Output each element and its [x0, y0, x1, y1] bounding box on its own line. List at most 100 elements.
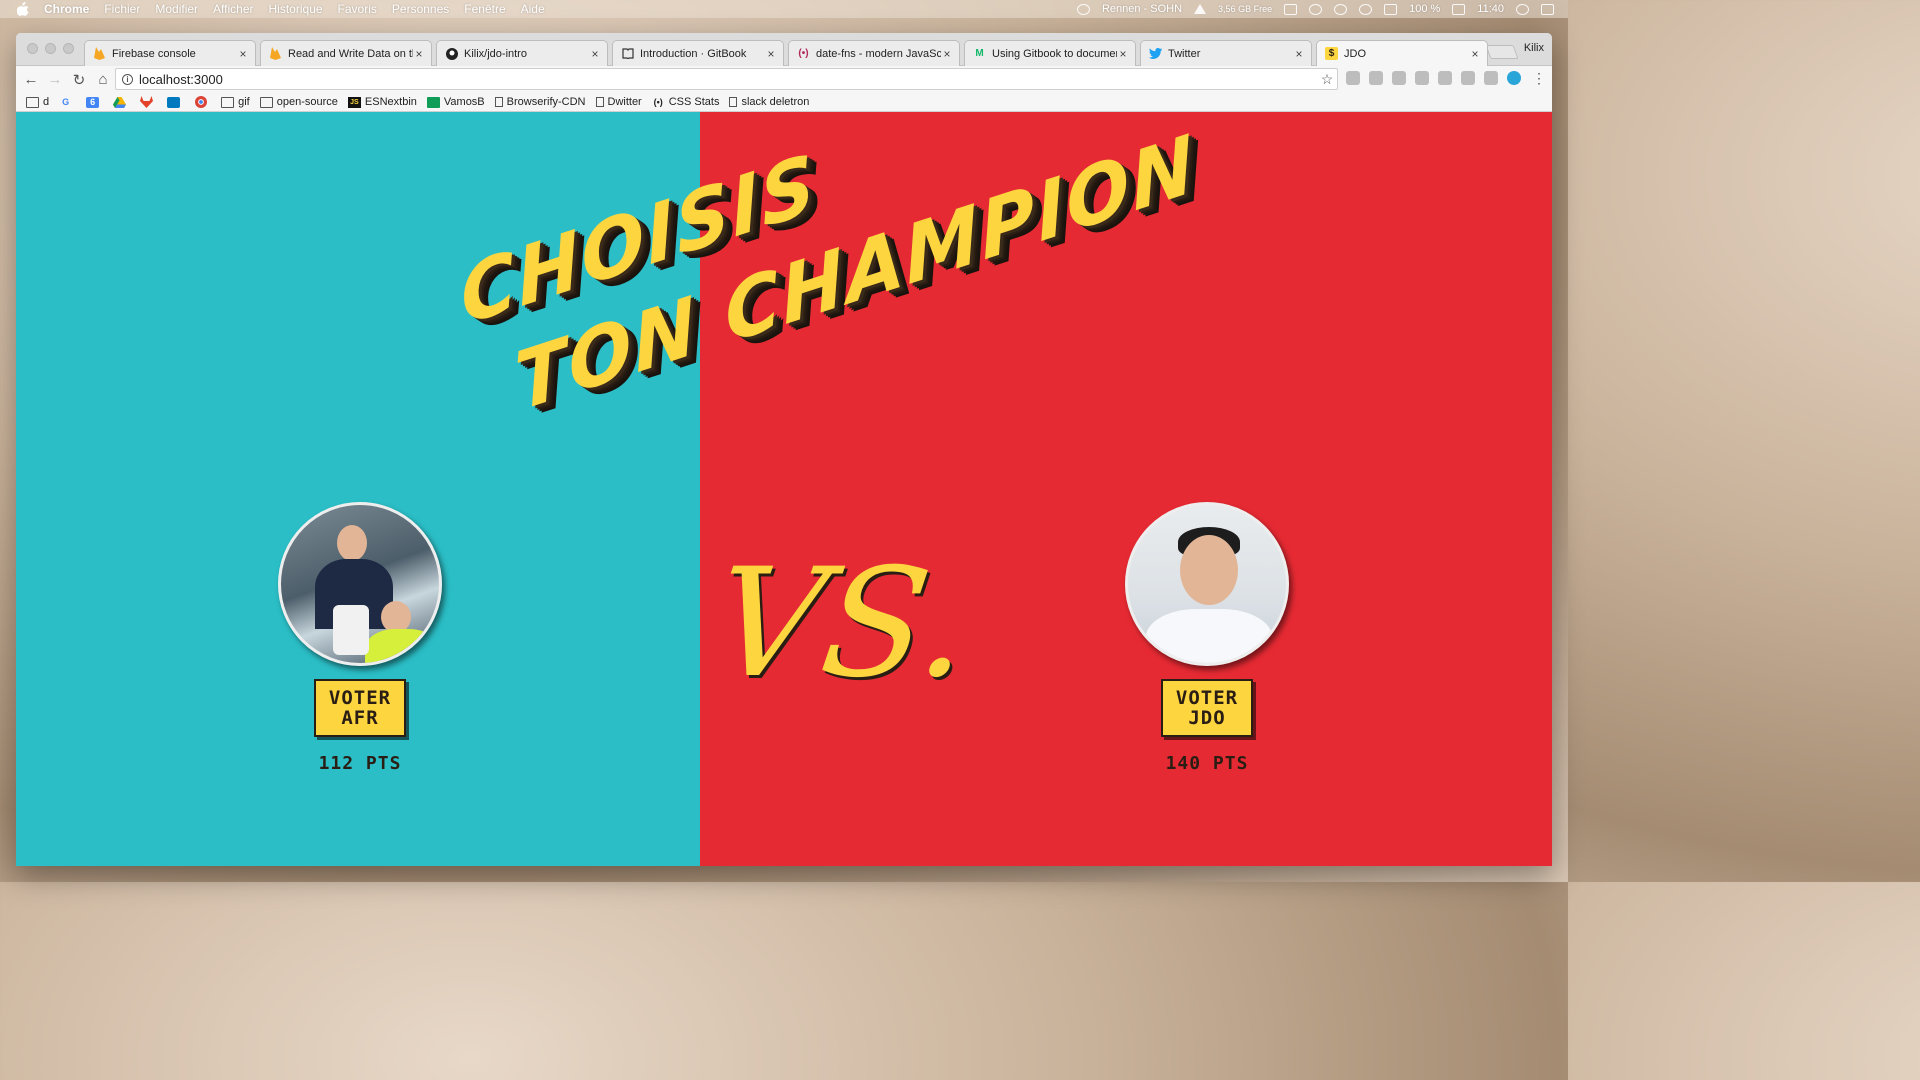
gitlab-icon	[140, 96, 154, 108]
menu-aide[interactable]: Aide	[521, 2, 545, 16]
menu-historique[interactable]: Historique	[269, 2, 323, 16]
profile-name[interactable]: Kilix	[1524, 42, 1544, 54]
tab-using-gitbook[interactable]: M Using Gitbook to document ×	[964, 40, 1136, 66]
tab-gitbook-intro[interactable]: Introduction · GitBook ×	[612, 40, 784, 66]
tab-twitter[interactable]: Twitter ×	[1140, 40, 1312, 66]
bookmark-google[interactable]: G	[59, 97, 76, 108]
forward-arrow-icon[interactable]: →	[44, 69, 66, 91]
vote-jdo-button[interactable]: Voter JDO	[1161, 679, 1253, 737]
menu-modifier[interactable]: Modifier	[155, 2, 198, 16]
notification-center-icon[interactable]	[1541, 3, 1554, 15]
reader-extension-icon[interactable]	[1461, 71, 1475, 85]
grid-extension-icon[interactable]	[1484, 71, 1498, 85]
reload-icon[interactable]: ↻	[68, 69, 90, 91]
versus-text: VS.	[703, 537, 982, 711]
airplay-icon[interactable]	[1384, 3, 1398, 15]
menu-afficher[interactable]: Afficher	[213, 2, 253, 16]
bookmark-dwitter[interactable]: Dwitter	[595, 96, 642, 108]
tab-title: Twitter	[1168, 47, 1201, 60]
bookmark-gif[interactable]: gif	[221, 96, 250, 108]
tab-title: Read and Write Data on the	[288, 47, 413, 60]
bookmark-esnextbin[interactable]: JS ESNextbin	[347, 96, 417, 108]
points-jdo: 140 PTS	[1165, 753, 1249, 774]
pocket-extension-icon[interactable]	[1415, 71, 1429, 85]
zoom-window-button[interactable]	[63, 43, 74, 54]
menu-app-name[interactable]: Chrome	[44, 2, 89, 16]
macos-menubar: Chrome Fichier Modifier Afficher Histori…	[0, 0, 1568, 18]
chrome-menu-icon[interactable]: ⋮	[1532, 70, 1546, 87]
vote-afr-button[interactable]: Voter AFR	[314, 679, 406, 737]
url-text[interactable]: localhost:3000	[139, 72, 1317, 87]
mail-extension-icon[interactable]	[1392, 71, 1406, 85]
tab-read-write-data[interactable]: Read and Write Data on the ×	[260, 40, 432, 66]
js-icon: JS	[347, 96, 361, 108]
menu-personnes[interactable]: Personnes	[392, 2, 449, 16]
block-status-icon[interactable]	[1334, 3, 1348, 15]
bookmark-trello[interactable]	[167, 96, 184, 108]
eyedropper-extension-icon[interactable]	[1369, 71, 1383, 85]
google-icon: G	[62, 97, 70, 107]
back-arrow-icon[interactable]: ←	[20, 69, 42, 91]
close-tab-icon[interactable]: ×	[1469, 47, 1481, 61]
tab-github-jdo-intro[interactable]: Kilix/jdo-intro ×	[436, 40, 608, 66]
bookmark-slack-deletron[interactable]: slack deletron	[729, 96, 809, 108]
bookmark-star-icon[interactable]: ☆	[1317, 71, 1337, 88]
menu-fichier[interactable]: Fichier	[104, 2, 140, 16]
firebase-icon	[93, 47, 106, 60]
close-tab-icon[interactable]: ×	[765, 47, 777, 61]
new-tab-button[interactable]	[1485, 45, 1519, 59]
clock[interactable]: 11:40	[1477, 3, 1504, 15]
close-tab-icon[interactable]: ×	[237, 47, 249, 61]
bookmark-chrome[interactable]	[194, 96, 211, 108]
bookmark-gitlab[interactable]	[140, 96, 157, 108]
wifi-icon[interactable]	[1359, 3, 1373, 15]
status-area: Rennen - SOHN 3,56 GB Free 100 % 11:40	[1076, 3, 1554, 15]
shield-extension-icon[interactable]	[1346, 71, 1360, 85]
bookmark-drive[interactable]	[113, 96, 130, 108]
vote-button-line-2: JDO	[1188, 707, 1226, 729]
rss-status-icon[interactable]	[1284, 3, 1298, 15]
battery-icon[interactable]	[1452, 3, 1466, 15]
bookmark-browserify-cdn[interactable]: Browserify-CDN	[494, 96, 586, 108]
menu-fenetre[interactable]: Fenêtre	[464, 2, 505, 16]
close-tab-icon[interactable]: ×	[413, 47, 425, 61]
tab-date-fns[interactable]: (•) date-fns - modern JavaScri ×	[788, 40, 960, 66]
vote-button-line-1: Voter	[328, 687, 392, 709]
jdo-icon: $	[1325, 47, 1338, 60]
site-info-icon[interactable]: i	[122, 73, 133, 85]
vote-button-line-2: AFR	[341, 707, 379, 729]
home-icon[interactable]: ⌂	[92, 69, 114, 91]
calendar-icon: 6	[86, 96, 100, 108]
folder-icon	[259, 96, 273, 108]
tab-firebase-console[interactable]: Firebase console ×	[84, 40, 256, 66]
spotlight-icon[interactable]	[1516, 3, 1529, 15]
apple-icon[interactable]	[15, 2, 31, 16]
cssstats-icon: (•)	[653, 97, 663, 107]
info-extension-icon[interactable]	[1438, 71, 1452, 85]
bookmark-vamosb[interactable]: VamosB	[426, 96, 485, 108]
close-tab-icon[interactable]: ×	[941, 47, 953, 61]
menu-favoris[interactable]: Favoris	[338, 2, 377, 16]
bookmark-open-source[interactable]: open-source	[259, 96, 338, 108]
vue-devtools-icon[interactable]	[1507, 71, 1521, 85]
tab-strip: Firebase console × Read and Write Data o…	[16, 33, 1552, 66]
avatar-body	[1146, 609, 1272, 663]
close-tab-icon[interactable]: ×	[589, 47, 601, 61]
status-user[interactable]: Rennen - SOHN	[1102, 3, 1182, 15]
close-window-button[interactable]	[27, 43, 38, 54]
info-status-icon[interactable]	[1076, 3, 1090, 15]
bookmark-css-stats[interactable]: (•) CSS Stats	[652, 96, 720, 108]
tab-title: Kilix/jdo-intro	[464, 47, 527, 60]
close-tab-icon[interactable]: ×	[1293, 47, 1305, 61]
minimize-window-button[interactable]	[45, 43, 56, 54]
folder-icon	[221, 96, 235, 108]
battery-percent[interactable]: 100 %	[1409, 3, 1440, 15]
tab-jdo[interactable]: $ JDO ×	[1316, 40, 1488, 66]
address-bar[interactable]: i localhost:3000 ☆	[115, 68, 1338, 90]
cloud-status-icon[interactable]	[1309, 3, 1323, 15]
drive-status-icon[interactable]	[1194, 4, 1207, 14]
bookmark-label: open-source	[276, 96, 338, 108]
bookmark-calendar[interactable]: 6	[86, 96, 103, 108]
bookmark-d[interactable]: d	[26, 96, 49, 108]
close-tab-icon[interactable]: ×	[1117, 47, 1129, 61]
